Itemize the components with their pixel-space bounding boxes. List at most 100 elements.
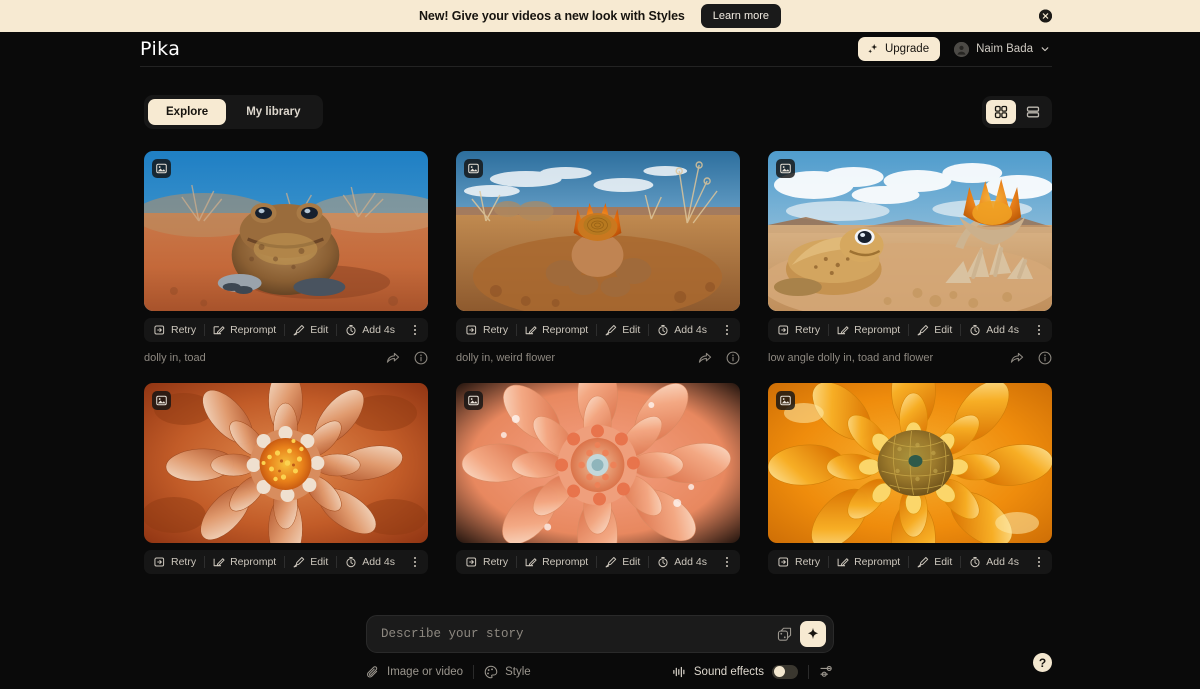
video-card[interactable]: Retry Reprompt [456, 383, 740, 574]
extend-button[interactable]: Add 4s [337, 550, 403, 574]
dice-randomize-icon[interactable] [772, 622, 796, 646]
retry-button[interactable]: Retry [458, 550, 516, 574]
info-icon[interactable] [726, 351, 740, 365]
share-icon[interactable] [698, 351, 712, 365]
image-badge-icon[interactable] [776, 391, 795, 410]
video-grid: Retry Reprompt Edit Add 4s dolly in, toa… [0, 129, 1200, 574]
share-icon[interactable] [386, 351, 400, 365]
kebab-menu-icon[interactable] [716, 550, 738, 574]
generate-button[interactable] [800, 621, 826, 647]
edit-button[interactable]: Edit [597, 550, 648, 574]
video-card[interactable]: Retry Reprompt [768, 383, 1052, 574]
tab-my-library[interactable]: My library [228, 99, 318, 125]
extend-button[interactable]: Add 4s [649, 550, 715, 574]
reprompt-icon [837, 556, 849, 568]
video-thumbnail[interactable] [768, 151, 1052, 311]
video-thumbnail[interactable] [456, 383, 740, 543]
extend-button[interactable]: Add 4s [961, 550, 1027, 574]
reprompt-button[interactable]: Reprompt [517, 550, 596, 574]
kebab-menu-icon[interactable] [404, 550, 426, 574]
edit-label: Edit [310, 556, 329, 568]
sound-effects-switch[interactable] [772, 664, 798, 679]
video-thumbnail[interactable] [144, 151, 428, 311]
reprompt-button[interactable]: Reprompt [205, 550, 284, 574]
share-icon[interactable] [1010, 351, 1024, 365]
reprompt-button[interactable]: Reprompt [205, 318, 284, 342]
extend-button[interactable]: Add 4s [961, 318, 1027, 342]
edit-label: Edit [310, 324, 329, 336]
reprompt-button[interactable]: Reprompt [829, 318, 908, 342]
content-toolbar: Explore My library [0, 67, 1200, 129]
video-card[interactable]: Retry Reprompt [144, 151, 428, 365]
card-action-bar: Retry Reprompt Edit Add 4s [768, 550, 1052, 574]
edit-label: Edit [622, 324, 641, 336]
edit-button[interactable]: Edit [285, 550, 336, 574]
view-tabs: Explore My library [144, 95, 323, 129]
stopwatch-icon [657, 556, 669, 568]
attach-media-button[interactable]: Image or video [366, 665, 473, 679]
image-badge-icon[interactable] [464, 391, 483, 410]
upgrade-button[interactable]: Upgrade [857, 37, 941, 61]
settings-button[interactable] [819, 664, 834, 679]
edit-button[interactable]: Edit [597, 318, 648, 342]
video-thumbnail[interactable] [456, 151, 740, 311]
style-button[interactable]: Style [474, 665, 541, 679]
retry-button[interactable]: Retry [770, 550, 828, 574]
help-button[interactable]: ? [1033, 653, 1052, 672]
prompt-bar[interactable] [366, 615, 834, 653]
edit-button[interactable]: Edit [285, 318, 336, 342]
reprompt-button[interactable]: Reprompt [517, 318, 596, 342]
info-icon[interactable] [414, 351, 428, 365]
prompt-input[interactable] [381, 627, 772, 641]
edit-brush-icon [917, 556, 929, 568]
user-menu[interactable]: Naim Bada [952, 38, 1052, 61]
grid-view-icon[interactable] [986, 100, 1016, 124]
tab-explore[interactable]: Explore [148, 99, 227, 125]
avatar-icon [954, 41, 970, 57]
video-card[interactable]: Retry Reprompt [456, 151, 740, 365]
retry-button[interactable]: Retry [770, 318, 828, 342]
card-caption-row: low angle dolly in, toad and flower [768, 351, 1052, 365]
sound-effects-label: Sound effects [693, 665, 764, 678]
retry-button[interactable]: Retry [458, 318, 516, 342]
reprompt-button[interactable]: Reprompt [829, 550, 908, 574]
reprompt-icon [213, 324, 225, 336]
image-badge-icon[interactable] [152, 159, 171, 178]
retry-icon [778, 324, 790, 336]
video-card[interactable]: Retry Reprompt [144, 383, 428, 574]
edit-button[interactable]: Edit [909, 318, 960, 342]
image-badge-icon[interactable] [152, 391, 171, 410]
sound-effects-toggle-group[interactable]: Sound effects [672, 664, 798, 679]
video-card[interactable]: Retry Reprompt [768, 151, 1052, 365]
edit-brush-icon [605, 324, 617, 336]
sparkle-icon [867, 43, 879, 55]
learn-more-button[interactable]: Learn more [700, 4, 782, 28]
info-icon[interactable] [1038, 351, 1052, 365]
pika-logo[interactable]: Pika [140, 38, 180, 60]
image-badge-icon[interactable] [776, 159, 795, 178]
retry-label: Retry [171, 324, 197, 336]
layout-toggle [982, 96, 1052, 128]
extend-button[interactable]: Add 4s [649, 318, 715, 342]
close-icon[interactable] [1039, 9, 1052, 23]
waveform-icon [672, 665, 686, 679]
caption-icons [386, 351, 428, 365]
card-caption: low angle dolly in, toad and flower [768, 352, 934, 364]
video-thumbnail[interactable] [144, 383, 428, 543]
kebab-menu-icon[interactable] [1028, 318, 1050, 342]
retry-button[interactable]: Retry [146, 550, 204, 574]
kebab-menu-icon[interactable] [404, 318, 426, 342]
list-view-icon[interactable] [1018, 100, 1048, 124]
edit-button[interactable]: Edit [909, 550, 960, 574]
extend-button[interactable]: Add 4s [337, 318, 403, 342]
card-caption-row: dolly in, toad [144, 351, 428, 365]
retry-label: Retry [795, 324, 821, 336]
retry-button[interactable]: Retry [146, 318, 204, 342]
kebab-menu-icon[interactable] [716, 318, 738, 342]
image-badge-icon[interactable] [464, 159, 483, 178]
video-thumbnail[interactable] [768, 383, 1052, 543]
extend-label: Add 4s [986, 556, 1019, 568]
edit-label: Edit [622, 556, 641, 568]
tool-divider [808, 664, 809, 679]
kebab-menu-icon[interactable] [1028, 550, 1050, 574]
